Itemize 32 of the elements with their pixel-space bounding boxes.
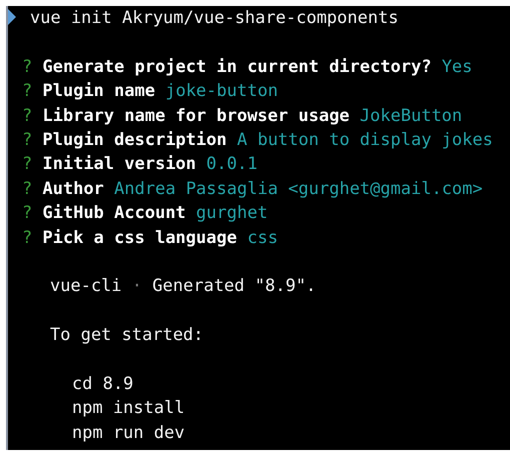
- log-source: vue-cli: [50, 276, 122, 296]
- section-heading: To get started:: [50, 325, 204, 346]
- command-text: npm run dev: [72, 422, 185, 443]
- command-text: cd 8.9: [72, 374, 134, 394]
- answer-text: gurghet: [196, 203, 268, 224]
- question-text: Library name for browser usage: [42, 106, 350, 126]
- question-text: Generate project in current directory?: [42, 56, 432, 77]
- question-text: Plugin name: [42, 81, 156, 102]
- answer-text: 0.0.1: [206, 154, 258, 174]
- prompt-marker: ?: [22, 228, 32, 248]
- question-text: Pick a css language: [42, 228, 237, 248]
- question-text: GitHub Account: [42, 203, 186, 224]
- answer-text: css: [247, 228, 278, 248]
- prompt-marker: ?: [22, 106, 32, 126]
- answer-text: joke-button: [165, 81, 278, 102]
- question-text: Author: [42, 178, 104, 199]
- answer-text: Yes: [442, 56, 472, 77]
- question-text: Plugin description: [42, 130, 227, 150]
- prompt-marker: ?: [22, 56, 32, 77]
- separator-dot: ·: [132, 276, 142, 296]
- answer-text: Andrea Passaglia <gurghet@gmail.com>: [114, 178, 483, 199]
- prompt-marker: ?: [22, 154, 32, 174]
- prompt-marker: ?: [22, 203, 32, 224]
- prompt-marker: ?: [22, 130, 32, 150]
- command-text: npm install: [72, 398, 185, 418]
- answer-text: JokeButton: [360, 106, 462, 126]
- answer-text: A button to display jokes: [236, 130, 493, 150]
- prompt-marker: ?: [22, 81, 32, 102]
- prompt-marker: ?: [22, 178, 32, 199]
- command-text: vue init Akryum/vue-share-components: [30, 8, 398, 28]
- question-text: Initial version: [42, 154, 196, 174]
- log-message: Generated "8.9".: [152, 276, 316, 296]
